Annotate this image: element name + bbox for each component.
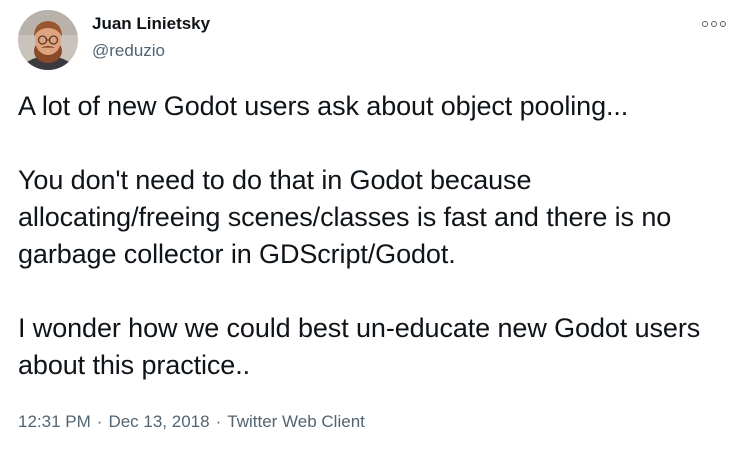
tweet-time[interactable]: 12:31 PM — [18, 412, 91, 431]
tweet-source[interactable]: Twitter Web Client — [227, 412, 365, 431]
tweet-paragraph-3: I wonder how we could best un-educate ne… — [18, 313, 701, 380]
dot — [711, 21, 717, 27]
author-name[interactable]: Juan Linietsky — [92, 14, 210, 34]
dot — [702, 21, 708, 27]
dot — [720, 21, 726, 27]
tweet-paragraph-2: You don't need to do that in Godot becau… — [18, 165, 672, 269]
author-handle[interactable]: @reduzio — [92, 41, 165, 61]
tweet-text: A lot of new Godot users ask about objec… — [18, 88, 730, 384]
meta-separator: · — [215, 412, 222, 431]
tweet-card: Juan Linietsky @reduzio A lot of new God… — [0, 0, 744, 450]
tweet-paragraph-1: A lot of new Godot users ask about objec… — [18, 91, 629, 121]
meta-separator: · — [96, 412, 103, 431]
more-dots-icon[interactable] — [700, 14, 728, 34]
tweet-date[interactable]: Dec 13, 2018 — [108, 412, 209, 431]
tweet-meta: 12:31 PM · Dec 13, 2018 · Twitter Web Client — [18, 412, 365, 432]
avatar[interactable] — [18, 10, 78, 70]
